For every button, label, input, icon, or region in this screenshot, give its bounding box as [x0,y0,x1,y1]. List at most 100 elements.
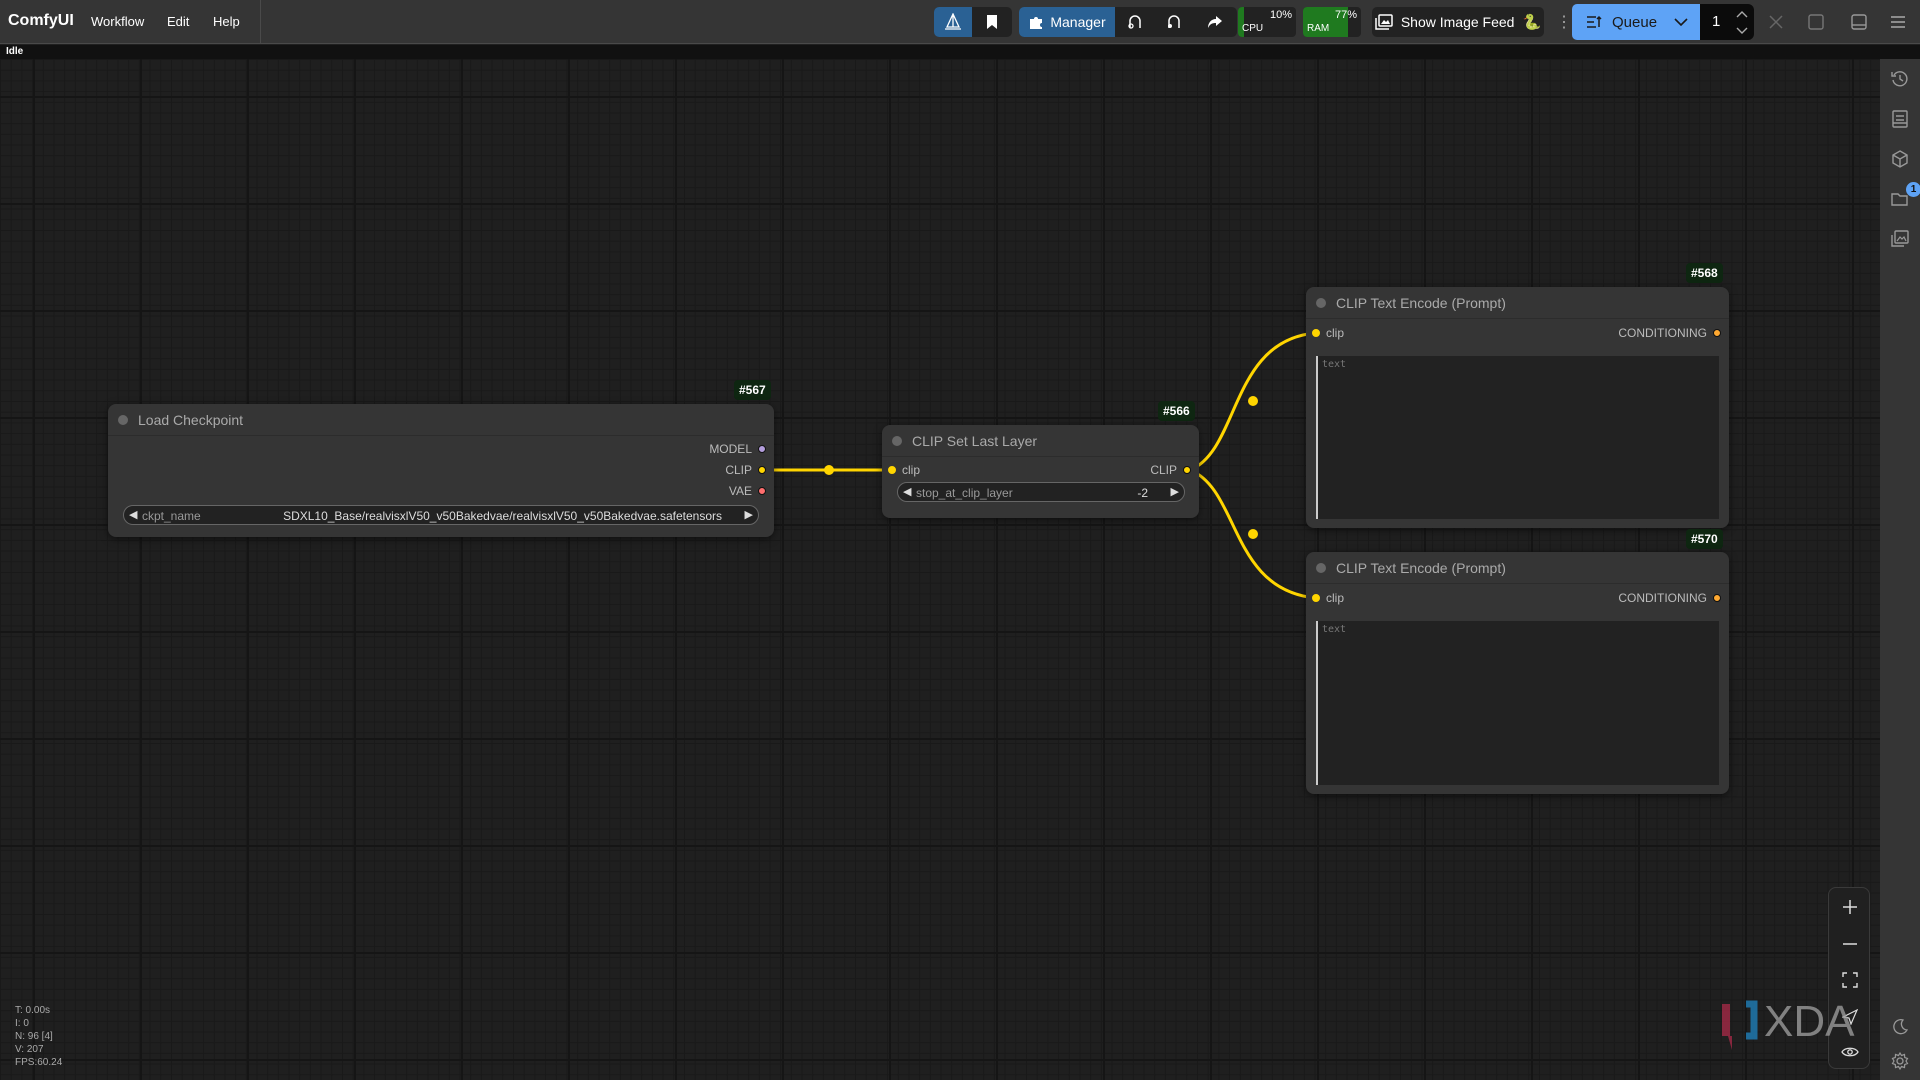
slot-label: clip [1326,591,1345,605]
select-mode-button[interactable] [1838,1005,1862,1029]
menu-help[interactable]: Help [213,14,240,29]
increment-chevron-icon[interactable] [1736,10,1748,18]
slot-dot-icon[interactable] [758,466,766,474]
queue-dropdown-chevron-icon[interactable] [1674,17,1688,27]
node-title: CLIP Set Last Layer [912,433,1038,449]
collapse-dot-icon[interactable] [892,436,902,446]
slot-dot-icon[interactable] [1183,466,1191,474]
toggle-link-visibility-button[interactable] [1838,1040,1862,1064]
toggle-bottom-panel-button[interactable] [1847,10,1871,34]
collapse-dot-icon[interactable] [118,415,128,425]
sidebar-item-workflows[interactable]: 1 [1890,182,1920,209]
slot-label: CLIP [1150,463,1177,477]
slot-dot-icon[interactable] [1312,329,1320,337]
settings-button[interactable] [1890,1051,1910,1071]
node-title: CLIP Text Encode (Prompt) [1336,295,1506,311]
node-id-badge: #567 [734,380,771,400]
top-menu-bar: ComfyUI Workflow Edit Help Manager 10% C… [0,0,1920,44]
input-slot-clip[interactable]: clip [1312,326,1344,340]
output-slot-vae[interactable]: VAE [729,484,766,498]
unload-models-button[interactable] [1115,7,1155,37]
output-slot-conditioning[interactable]: CONDITIONING [1618,326,1721,340]
prompt-text-input[interactable]: text [1316,621,1719,785]
decrement-arrow-icon[interactable]: ◀ [903,485,911,498]
plus-icon [1843,900,1857,914]
status-text: Idle [6,46,24,57]
slot-dot-icon[interactable] [1312,594,1320,602]
workflows-badge: 1 [1906,182,1920,197]
output-slot-clip[interactable]: CLIP [1150,463,1191,477]
menu-workflow[interactable]: Workflow [91,14,144,29]
zoom-out-button[interactable] [1838,932,1862,956]
status-bar: Idle [0,45,1920,59]
batch-count-stepper[interactable]: 1 [1700,4,1754,40]
manager-button[interactable]: Manager [1019,7,1115,37]
ckpt-name-combo[interactable]: ◀ ckpt_name SDXL10_Base/realvisxlV50_v50… [123,505,759,525]
focus-mode-button[interactable] [1804,10,1828,34]
increment-arrow-icon[interactable]: ▶ [1171,485,1179,498]
fit-view-button[interactable] [1838,968,1862,992]
moon-icon [1893,1019,1909,1035]
node-clip-text-encode-570[interactable]: CLIP Text Encode (Prompt) clip CONDITION… [1306,552,1729,794]
slot-label: MODEL [709,442,752,456]
queue-button[interactable]: Queue [1572,4,1700,40]
batch-count-value[interactable]: 1 [1712,13,1720,30]
unload-model-icon [1128,15,1141,29]
stop-at-clip-layer-stepper[interactable]: ◀ stop_at_clip_layer -2 ▶ [897,482,1185,502]
model-library-icon [1892,150,1908,168]
node-id-badge: #570 [1686,529,1723,549]
node-title-bar[interactable]: CLIP Text Encode (Prompt) [1306,287,1729,319]
node-title: CLIP Text Encode (Prompt) [1336,560,1506,576]
show-image-feed-button[interactable]: Show Image Feed 🐍 [1372,7,1544,37]
bookmark-button[interactable] [972,7,1012,37]
collapse-dot-icon[interactable] [1316,298,1326,308]
decrement-chevron-icon[interactable] [1736,27,1748,35]
free-memory-button[interactable] [1155,7,1193,37]
menu-divider [260,0,261,44]
canvas-stats: T: 0.00s I: 0 N: 96 [4] V: 207 FPS:60.24 [15,1004,62,1069]
node-title-bar[interactable]: CLIP Text Encode (Prompt) [1306,552,1729,584]
widget-name: ckpt_name [142,509,201,523]
node-load-checkpoint[interactable]: Load Checkpoint MODEL CLIP VAE ◀ ckpt_na… [108,404,774,537]
ram-monitor: 77% RAM [1303,7,1361,37]
zoom-in-button[interactable] [1838,895,1862,919]
more-options-icon[interactable]: ⋮ [1556,12,1572,32]
output-slot-model[interactable]: MODEL [709,442,766,456]
manager-button-group: Manager [1019,7,1237,37]
slot-dot-icon[interactable] [758,445,766,453]
next-arrow-icon[interactable]: ▶ [745,508,753,521]
slot-label: clip [902,463,921,477]
slot-dot-icon[interactable] [1713,594,1721,602]
node-title-bar[interactable]: CLIP Set Last Layer [882,425,1199,457]
prompt-text-input[interactable]: text [1316,356,1719,519]
menu-edit[interactable]: Edit [167,14,189,29]
sidebar-item-image-gallery[interactable] [1890,229,1910,249]
sidebar-item-history[interactable] [1890,69,1910,89]
slot-dot-icon[interactable] [888,466,896,474]
minus-icon [1843,943,1857,945]
node-title-bar[interactable]: Load Checkpoint [108,404,774,436]
hamburger-icon [1891,16,1905,28]
prev-arrow-icon[interactable]: ◀ [129,508,137,521]
widget-name: stop_at_clip_layer [916,486,1013,500]
sidebar-item-model-library[interactable] [1890,149,1910,169]
slot-dot-icon[interactable] [758,487,766,495]
theme-toggle-button[interactable] [1890,1017,1910,1037]
hamburger-menu-button[interactable] [1886,10,1910,34]
workspace-icon-button[interactable] [934,7,972,37]
output-slot-conditioning[interactable]: CONDITIONING [1618,591,1721,605]
workspace-button-group [934,7,1012,37]
close-queue-button[interactable] [1764,10,1788,34]
input-slot-clip[interactable]: clip [888,463,921,477]
node-clip-set-last-layer[interactable]: CLIP Set Last Layer clip CLIP ◀ stop_at_… [882,425,1199,518]
share-button[interactable] [1193,7,1237,37]
node-id-badge: #566 [1158,401,1195,421]
output-slot-clip[interactable]: CLIP [725,463,766,477]
sidebar-item-queue[interactable] [1890,109,1910,129]
node-clip-text-encode-568[interactable]: CLIP Text Encode (Prompt) clip CONDITION… [1306,287,1729,528]
input-slot-clip[interactable]: clip [1312,591,1345,605]
show-image-feed-label: Show Image Feed [1400,14,1515,30]
eye-icon [1841,1047,1859,1057]
slot-dot-icon[interactable] [1713,329,1721,337]
collapse-dot-icon[interactable] [1316,563,1326,573]
